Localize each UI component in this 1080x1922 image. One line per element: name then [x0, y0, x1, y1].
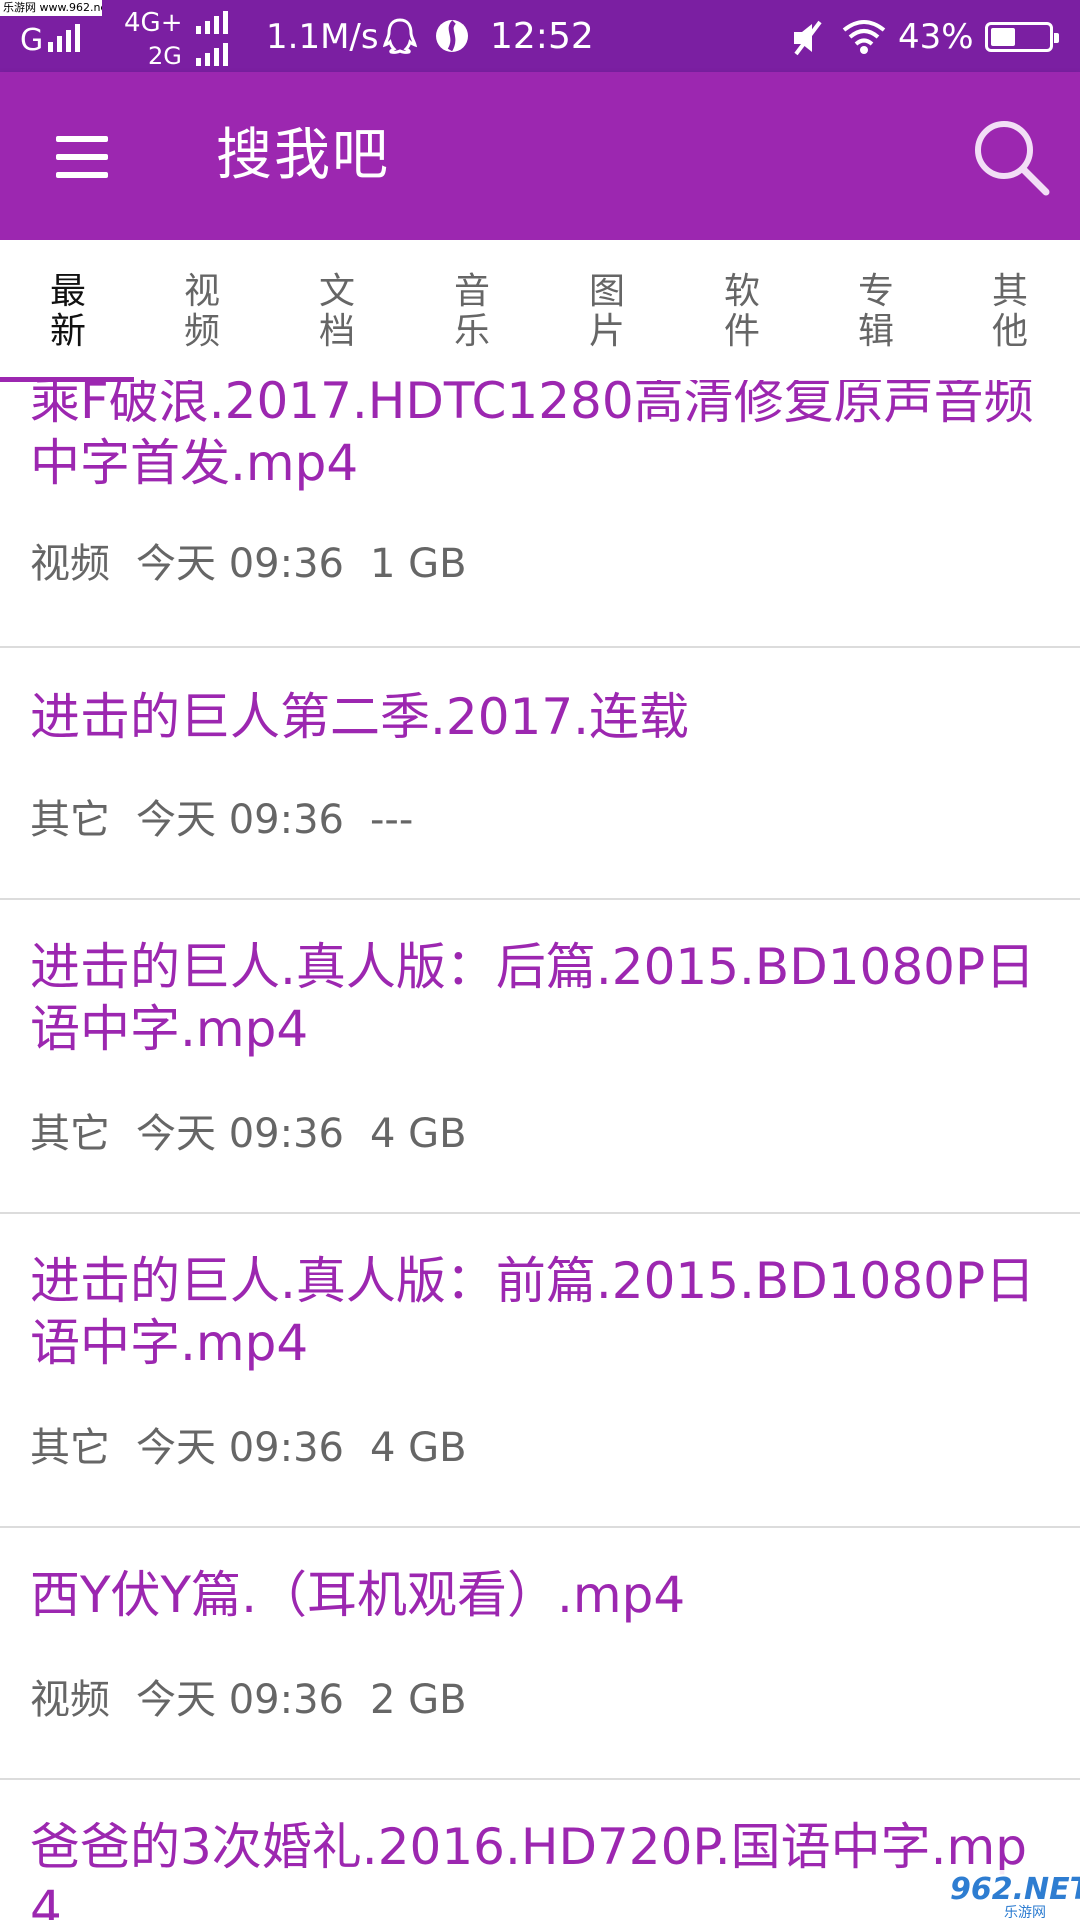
result-list: 乘F破浪.2017.HDTC1280高清修复原声音频中字首发.mp4 视频 今天 …: [0, 380, 1080, 1920]
tab-docs[interactable]: 文档: [317, 272, 357, 352]
item-title: 进击的巨人.真人版：后篇.2015.BD1080P日语中字.mp4: [30, 938, 1036, 1058]
hamburger-menu-icon: [56, 136, 108, 142]
signal-label-2-top: 4G+: [124, 8, 183, 38]
tab-albums[interactable]: 专辑: [856, 272, 896, 352]
list-item[interactable]: 西Y伏Y篇.（耳机观看）.mp4 视频 今天 09:36 2 GB: [0, 1528, 1080, 1780]
item-type: 视频: [30, 1677, 110, 1723]
item-meta: 其它 今天 09:36 4 GB: [30, 1424, 467, 1472]
item-type: 其它: [30, 1425, 110, 1471]
search-button[interactable]: [970, 116, 1054, 200]
item-size: 4 GB: [370, 1425, 467, 1471]
clock: 12:52: [490, 16, 594, 57]
item-size: ---: [370, 797, 414, 843]
signal-label-2-bottom: 2G: [148, 42, 182, 70]
page-title: 搜我吧: [216, 123, 390, 188]
signal-label-1: G: [20, 23, 44, 58]
battery-percent: 43%: [898, 17, 974, 57]
mute-icon: [794, 20, 822, 56]
item-date: 今天 09:36: [136, 797, 344, 843]
item-title: 爸爸的3次婚礼.2016.HD720P.国语中字.mp4: [30, 1818, 1027, 1920]
app-bar: 搜我吧: [0, 72, 1080, 240]
tab-images[interactable]: 图片: [587, 272, 627, 352]
list-item[interactable]: 爸爸的3次婚礼.2016.HD720P.国语中字.mp4: [0, 1780, 1080, 1920]
item-date: 今天 09:36: [136, 1111, 344, 1157]
item-date: 今天 09:36: [136, 541, 344, 587]
list-item[interactable]: 进击的巨人.真人版：后篇.2015.BD1080P日语中字.mp4 其它 今天 0…: [0, 900, 1080, 1214]
tab-music[interactable]: 音乐: [452, 272, 492, 352]
wifi-icon: [842, 20, 886, 54]
item-size: 2 GB: [370, 1677, 467, 1723]
item-type: 其它: [30, 1111, 110, 1157]
menu-button[interactable]: [50, 132, 114, 182]
tab-software[interactable]: 软件: [722, 272, 762, 352]
item-meta: 视频 今天 09:36 2 GB: [30, 1676, 467, 1724]
item-type: 视频: [30, 541, 110, 587]
item-meta: 其它 今天 09:36 4 GB: [30, 1110, 467, 1158]
signal-bars-2-icon: [196, 10, 228, 34]
battery-level: [991, 28, 1015, 46]
search-icon: [975, 121, 1050, 196]
item-size: 1 GB: [370, 541, 467, 587]
item-date: 今天 09:36: [136, 1677, 344, 1723]
item-size: 4 GB: [370, 1111, 467, 1157]
signal-bars-3-icon: [196, 42, 228, 66]
item-date: 今天 09:36: [136, 1425, 344, 1471]
tab-video[interactable]: 视频: [182, 272, 222, 352]
watermark-top: 乐游网 www.962.net: [0, 0, 102, 16]
item-title: 西Y伏Y篇.（耳机观看）.mp4: [30, 1566, 686, 1624]
qq-icon: [382, 18, 418, 54]
item-meta: 视频 今天 09:36 1 GB: [30, 540, 467, 588]
browser-icon: [436, 20, 468, 52]
item-title: 进击的巨人第二季.2017.连载: [30, 688, 690, 746]
list-item[interactable]: 乘F破浪.2017.HDTC1280高清修复原声音频中字首发.mp4 视频 今天 …: [0, 380, 1080, 648]
tab-latest[interactable]: 最新: [48, 272, 88, 352]
battery-icon: [985, 22, 1059, 52]
watermark-subtext: 乐游网: [1004, 1905, 1046, 1921]
status-bar: 乐游网 www.962.net G 4G+ 2G 1.1M/s 12:52 43…: [0, 0, 1080, 72]
network-speed: 1.1M/s: [266, 17, 379, 57]
category-tabs: 最新 视频 文档 音乐 图片 软件 专辑 其他: [0, 240, 1080, 382]
list-item[interactable]: 进击的巨人.真人版：前篇.2015.BD1080P日语中字.mp4 其它 今天 0…: [0, 1214, 1080, 1528]
list-item[interactable]: 进击的巨人第二季.2017.连载 其它 今天 09:36 ---: [0, 648, 1080, 900]
watermark-logo: 962.NET 乐游网: [944, 1870, 1080, 1921]
item-title: 进击的巨人.真人版：前篇.2015.BD1080P日语中字.mp4: [30, 1252, 1036, 1372]
item-title: 乘F破浪.2017.HDTC1280高清修复原声音频中字首发.mp4: [30, 380, 1034, 492]
item-type: 其它: [30, 797, 110, 843]
signal-bars-1-icon: [48, 22, 80, 52]
item-meta: 其它 今天 09:36 ---: [30, 796, 413, 844]
tab-other[interactable]: 其他: [990, 272, 1030, 352]
